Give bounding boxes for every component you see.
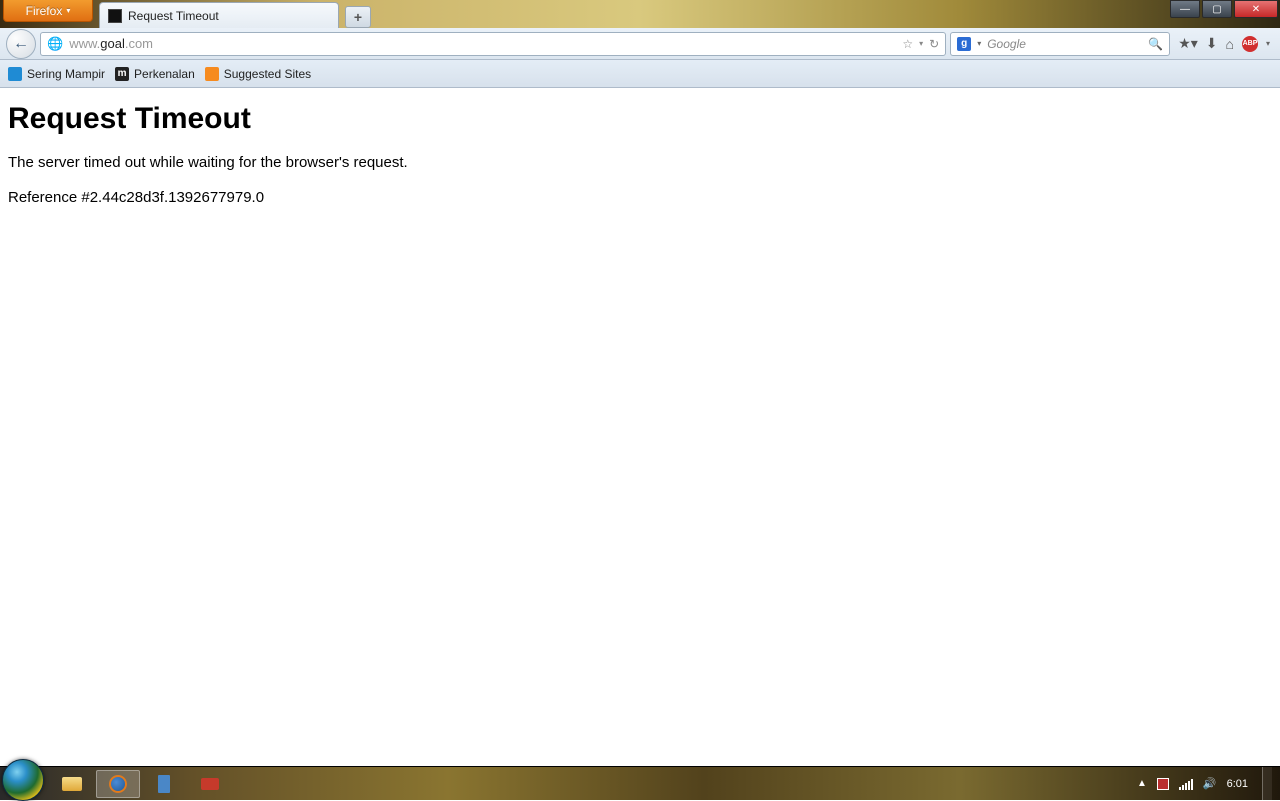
search-icon[interactable]: 🔍 — [1148, 37, 1163, 51]
page-content: Request Timeout The server timed out whi… — [0, 88, 1280, 238]
dropdown-icon[interactable]: ▾ — [919, 39, 923, 48]
tray-overflow-icon[interactable]: ▲ — [1137, 778, 1147, 789]
app-icon — [201, 778, 219, 790]
adblock-dropdown-icon[interactable]: ▾ — [1266, 39, 1270, 48]
error-heading: Request Timeout — [8, 102, 1272, 136]
start-button[interactable] — [2, 759, 44, 801]
chevron-down-icon: ▾ — [66, 6, 70, 15]
navigation-toolbar: ← 🌐 www.goal.com ☆ ▾ ↻ g ▾ Google 🔍 ★▾ ⬇… — [0, 28, 1280, 60]
bookmark-suggested-sites[interactable]: Suggested Sites — [205, 67, 311, 81]
close-button[interactable]: ✕ — [1234, 0, 1278, 18]
back-button[interactable]: ← — [6, 29, 36, 59]
tray-clock[interactable]: 6:01 — [1227, 778, 1248, 790]
firefox-menu-button[interactable]: Firefox ▾ — [3, 0, 93, 22]
error-body: The server timed out while waiting for t… — [8, 154, 1272, 171]
bookmark-star-icon[interactable]: ☆ — [902, 37, 913, 51]
toolbar-right-icons: ★▾ ⬇ ⌂ ABP ▾ — [1174, 35, 1274, 52]
taskbar-firefox[interactable] — [96, 770, 140, 798]
adblock-icon[interactable]: ABP — [1242, 36, 1258, 52]
tab-title: Request Timeout — [128, 9, 219, 23]
power-icon[interactable] — [1157, 778, 1169, 790]
bookmark-label: Perkenalan — [134, 67, 195, 81]
system-tray: ▲ 🔊 6:01 — [1129, 767, 1280, 801]
bookmark-icon — [8, 67, 22, 81]
bookmarks-toolbar: Sering Mampir m Perkenalan Suggested Sit… — [0, 60, 1280, 88]
search-bar[interactable]: g ▾ Google 🔍 — [950, 32, 1170, 56]
error-reference: Reference #2.44c28d3f.1392677979.0 — [8, 189, 1272, 206]
taskbar-app-red[interactable] — [188, 770, 232, 798]
bookmark-perkenalan[interactable]: m Perkenalan — [115, 67, 195, 81]
home-icon[interactable]: ⌂ — [1226, 36, 1234, 52]
minimize-button[interactable]: — — [1170, 0, 1200, 18]
downloads-icon[interactable]: ⬇ — [1206, 35, 1218, 52]
bookmark-icon: m — [115, 67, 129, 81]
bookmark-icon — [205, 67, 219, 81]
browser-tab[interactable]: Request Timeout — [99, 2, 339, 28]
bookmark-sering-mampir[interactable]: Sering Mampir — [8, 67, 105, 81]
volume-icon[interactable]: 🔊 — [1203, 777, 1217, 790]
windows-taskbar: ▲ 🔊 6:01 — [0, 766, 1280, 800]
bookmark-label: Sering Mampir — [27, 67, 105, 81]
url-text: www.goal.com — [69, 36, 896, 51]
search-placeholder: Google — [987, 37, 1026, 51]
tab-strip: Request Timeout + — [99, 0, 371, 28]
show-desktop-button[interactable] — [1262, 767, 1272, 801]
window-titlebar: Firefox ▾ Request Timeout + — ▢ ✕ — [0, 0, 1280, 28]
google-icon: g — [957, 37, 971, 51]
network-signal-icon[interactable] — [1179, 778, 1193, 790]
bookmark-label: Suggested Sites — [224, 67, 311, 81]
maximize-button[interactable]: ▢ — [1202, 0, 1232, 18]
new-tab-button[interactable]: + — [345, 6, 371, 28]
firefox-menu-label: Firefox — [26, 4, 63, 18]
taskbar-app-blue[interactable] — [142, 770, 186, 798]
tab-favicon — [108, 9, 122, 23]
folder-icon — [62, 777, 82, 791]
globe-icon: 🌐 — [47, 36, 63, 52]
taskbar-items — [50, 767, 232, 800]
search-engine-dropdown-icon[interactable]: ▾ — [977, 39, 981, 48]
taskbar-explorer[interactable] — [50, 770, 94, 798]
reload-icon[interactable]: ↻ — [929, 37, 939, 51]
url-actions: ☆ ▾ ↻ — [902, 37, 939, 51]
bookmarks-menu-icon[interactable]: ★▾ — [1178, 35, 1198, 52]
address-bar[interactable]: 🌐 www.goal.com ☆ ▾ ↻ — [40, 32, 946, 56]
firefox-icon — [109, 775, 127, 793]
window-controls: — ▢ ✕ — [1170, 0, 1278, 18]
app-icon — [158, 775, 170, 793]
